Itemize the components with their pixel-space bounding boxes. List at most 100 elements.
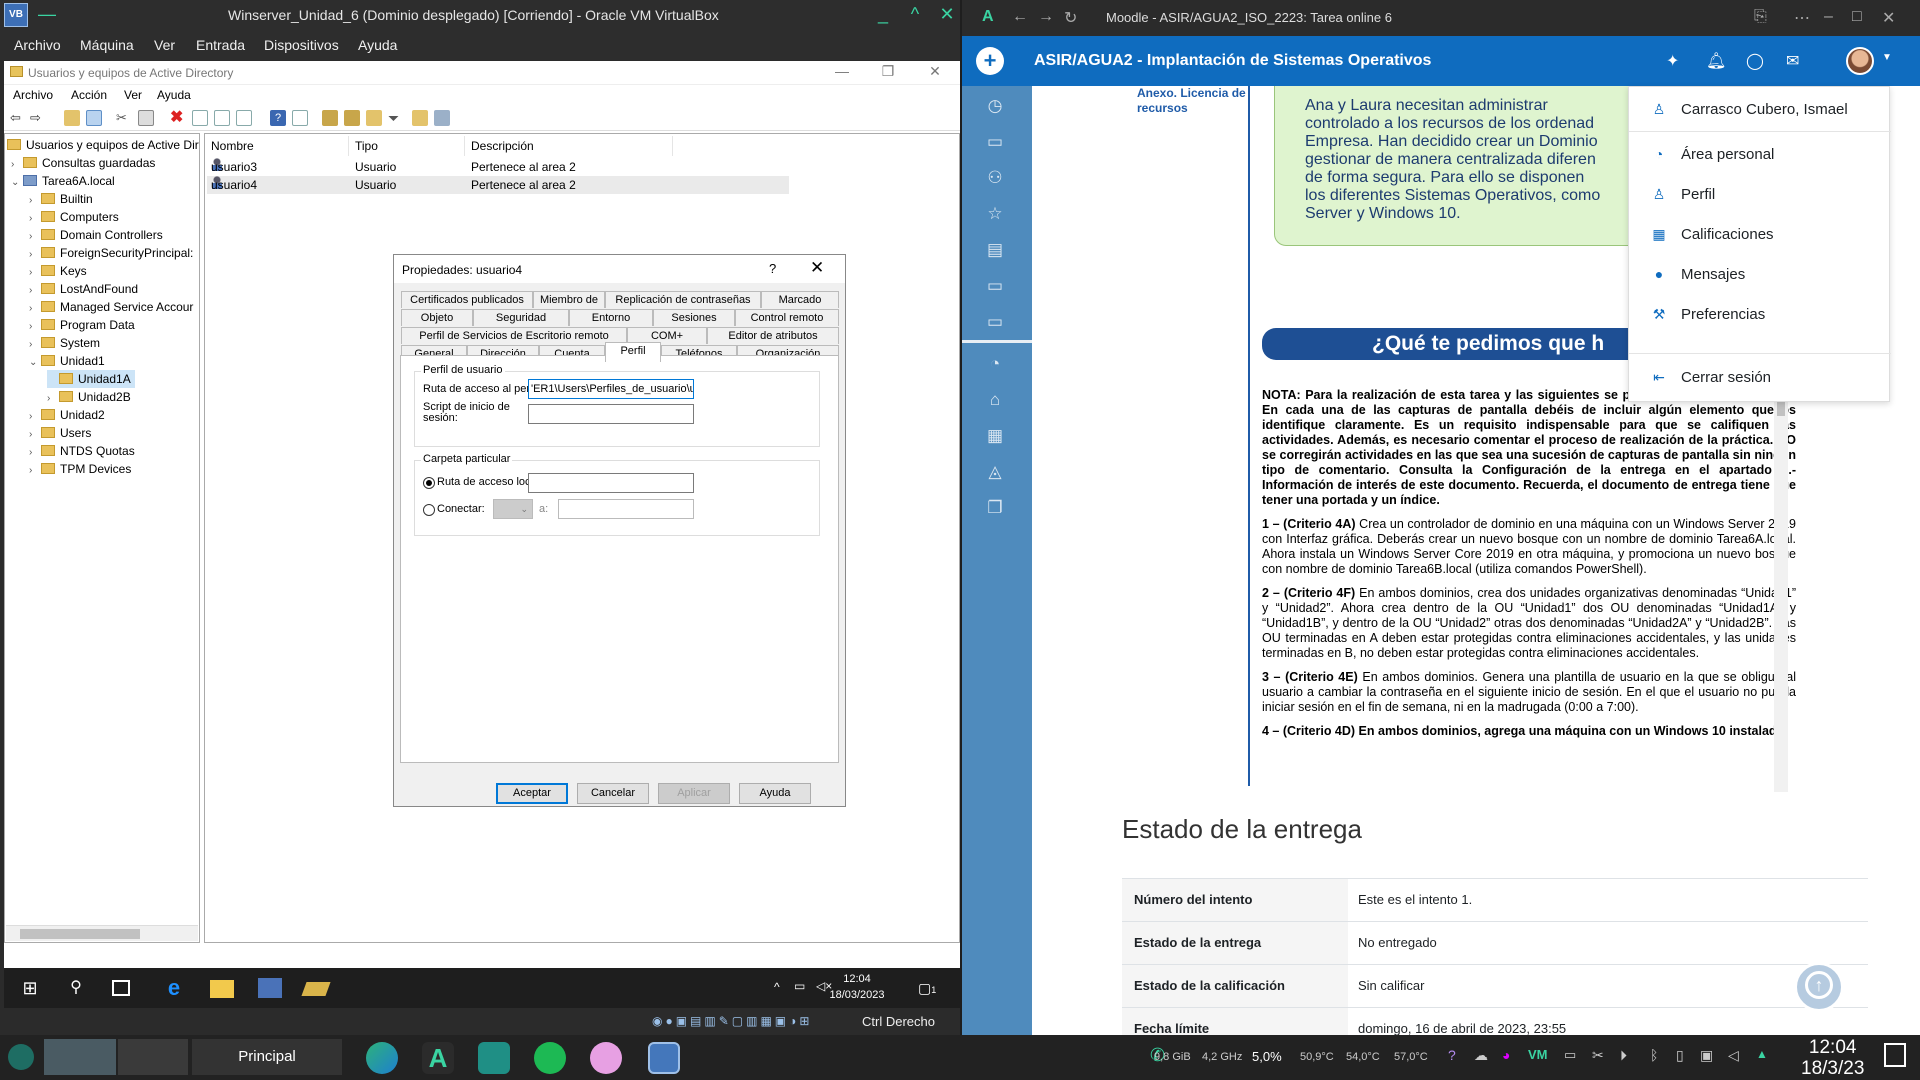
paste-icon[interactable]	[138, 110, 154, 126]
menu-user-name[interactable]: ♙ Carrasco Cubero, Ismael	[1629, 93, 1891, 127]
tab-seguridad[interactable]: Seguridad	[473, 309, 569, 326]
vbox-device-status-icons[interactable]: ◉●▣▤▥✎▢▥▦▣◑⊞	[652, 1014, 812, 1028]
workspace-thumb-1[interactable]	[44, 1039, 116, 1075]
bluetooth-icon[interactable]: ᛒ	[1650, 1047, 1658, 1063]
tree-item-builtin[interactable]: › Builtin	[29, 190, 93, 208]
vbox-menu-dispositivos[interactable]: Dispositivos	[264, 37, 339, 53]
scrollbar-thumb[interactable]	[20, 929, 140, 939]
vbox-menu-maquina[interactable]: Máquina	[80, 37, 134, 53]
local-path-input[interactable]	[528, 473, 694, 493]
chevron-up-icon[interactable]: ^	[774, 980, 780, 994]
calendar-icon[interactable]: ▦	[984, 426, 1006, 448]
search-icon[interactable]: ⚲	[64, 976, 88, 1000]
aduc-menu-ayuda[interactable]: Ayuda	[157, 88, 191, 102]
tree-item-managed-service[interactable]: › Managed Service Accour	[29, 298, 193, 316]
maximize-icon[interactable]: ^	[904, 3, 926, 25]
table-row[interactable]: usuario4 Usuario Pertenece al area 2	[207, 176, 789, 194]
maximize-icon[interactable]: □	[1852, 8, 1862, 26]
color-picker-icon[interactable]: ◕	[1502, 1047, 1510, 1063]
files-icon[interactable]: ❐	[984, 498, 1006, 520]
minimize-icon[interactable]: _	[872, 3, 894, 25]
app-icon[interactable]	[590, 1042, 622, 1074]
tree-item-users[interactable]: › Users	[29, 424, 91, 442]
help-icon[interactable]: ?	[1448, 1047, 1456, 1063]
vbox-menu-ver[interactable]: Ver	[154, 37, 175, 53]
book-icon[interactable]: ▤	[984, 240, 1006, 262]
network-icon[interactable]: ▭	[794, 979, 805, 993]
bell-icon[interactable]: 🔔︎	[1706, 51, 1726, 71]
tab-objeto[interactable]: Objeto	[401, 309, 473, 326]
avatar[interactable]	[1846, 47, 1874, 75]
tab-perfil[interactable]: Perfil	[605, 342, 661, 362]
delete-icon[interactable]: ✖	[170, 110, 186, 126]
menu-item-calificaciones[interactable]: ▦ Calificaciones	[1629, 218, 1891, 252]
forward-icon[interactable]: →	[1038, 8, 1054, 26]
minimize-icon[interactable]: –	[1824, 8, 1833, 26]
star-icon[interactable]: ☆	[984, 204, 1006, 226]
guest-clock[interactable]: 12:04 18/03/2023	[822, 971, 892, 1003]
tab-sesiones[interactable]: Sesiones	[653, 309, 735, 326]
vbox-menu-archivo[interactable]: Archivo	[14, 37, 61, 53]
tree-item-tpm-devices[interactable]: › TPM Devices	[29, 460, 131, 478]
folder-icon[interactable]: ▭	[984, 276, 1006, 298]
tab-miembro-de[interactable]: Miembro de	[533, 291, 605, 308]
logon-script-input[interactable]	[528, 404, 694, 424]
vbox-menu-ayuda[interactable]: Ayuda	[358, 37, 397, 53]
up-folder-icon[interactable]	[64, 110, 80, 126]
table-row[interactable]: usuario3 Usuario Pertenece al area 2	[207, 158, 787, 176]
file-explorer-icon[interactable]	[210, 980, 234, 998]
tab-control-remoto[interactable]: Control remoto	[735, 309, 839, 326]
new-ou-icon[interactable]	[366, 110, 382, 126]
folder-icon[interactable]: ▭	[984, 132, 1006, 154]
tree-item-ntds-quotas[interactable]: › NTDS Quotas	[29, 442, 135, 460]
workspace-label[interactable]: Principal	[192, 1039, 342, 1075]
export-icon[interactable]	[236, 110, 252, 126]
server-manager-icon[interactable]	[301, 982, 331, 996]
vmware-icon[interactable]: VM	[1528, 1047, 1548, 1062]
users-icon[interactable]: ⚇	[984, 168, 1006, 190]
windows-start-icon[interactable]: ⊞	[18, 976, 42, 1000]
tab-marcado[interactable]: Marcado	[761, 291, 839, 308]
new-user-icon[interactable]	[322, 110, 338, 126]
menu-item-preferencias[interactable]: ⚒ Preferencias	[1629, 298, 1891, 332]
profile-path-input[interactable]: 'ER1\Users\Perfiles_de_usuario\usuario4	[528, 379, 694, 399]
tree-item-keys[interactable]: › Keys	[29, 262, 87, 280]
anexo-link[interactable]: Anexo. Licencia de recursos	[1137, 86, 1257, 116]
virtualbox-taskbar-icon[interactable]	[648, 1042, 680, 1074]
reload-icon[interactable]: ↻	[1064, 8, 1077, 28]
apply-button[interactable]: Aplicar	[658, 783, 730, 804]
cancel-button[interactable]: Cancelar	[577, 783, 649, 804]
folder-icon[interactable]: ▭	[984, 312, 1006, 334]
view-icon[interactable]	[292, 110, 308, 126]
tree-domain[interactable]: ⌄ Tarea6A.local	[11, 172, 115, 190]
tab-editor-atributos[interactable]: Editor de atributos	[707, 327, 839, 344]
tab-entorno[interactable]: Entorno	[569, 309, 653, 326]
local-path-radio[interactable]	[423, 477, 435, 489]
close-icon[interactable]: ✕	[936, 3, 958, 25]
tree-saved-queries[interactable]: › Consultas guardadas	[11, 154, 155, 172]
tree-item-unidad2[interactable]: › Unidad2	[29, 406, 105, 424]
column-header-name[interactable]: Nombre	[205, 136, 349, 156]
show-desktop-icon[interactable]	[1884, 1043, 1906, 1067]
files-icon[interactable]	[478, 1042, 510, 1074]
aduc-menu-ver[interactable]: Ver	[124, 88, 142, 102]
new-group-icon[interactable]	[344, 110, 360, 126]
envelope-icon[interactable]: ✉	[1786, 51, 1799, 71]
tree-item-lostandfound[interactable]: › LostAndFound	[29, 280, 138, 298]
column-header-type[interactable]: Tipo	[349, 136, 465, 156]
tab-replicacion[interactable]: Replicación de contraseñas	[605, 291, 761, 308]
history-icon[interactable]: ◷	[984, 96, 1006, 118]
tree-item-foreign[interactable]: › ForeignSecurityPrincipal:	[29, 244, 193, 262]
battery-icon[interactable]: ▯	[1676, 1047, 1684, 1064]
back-icon[interactable]: ⇦	[10, 110, 26, 126]
graduation-cap-icon[interactable]: ◬	[984, 462, 1006, 484]
workspace-thumb-2[interactable]	[118, 1039, 188, 1075]
tray-up-icon[interactable]: ▲	[1756, 1047, 1768, 1061]
properties-icon[interactable]	[192, 110, 208, 126]
play-icon[interactable]: ⏵	[1620, 1047, 1627, 1064]
tree-horizontal-scrollbar[interactable]	[6, 925, 198, 941]
filter-icon[interactable]: ⏷	[388, 110, 404, 126]
vbox-menu-entrada[interactable]: Entrada	[196, 37, 245, 53]
aduc-close-icon[interactable]: ✕	[920, 63, 950, 80]
add-block-icon[interactable]: +	[976, 47, 1004, 75]
